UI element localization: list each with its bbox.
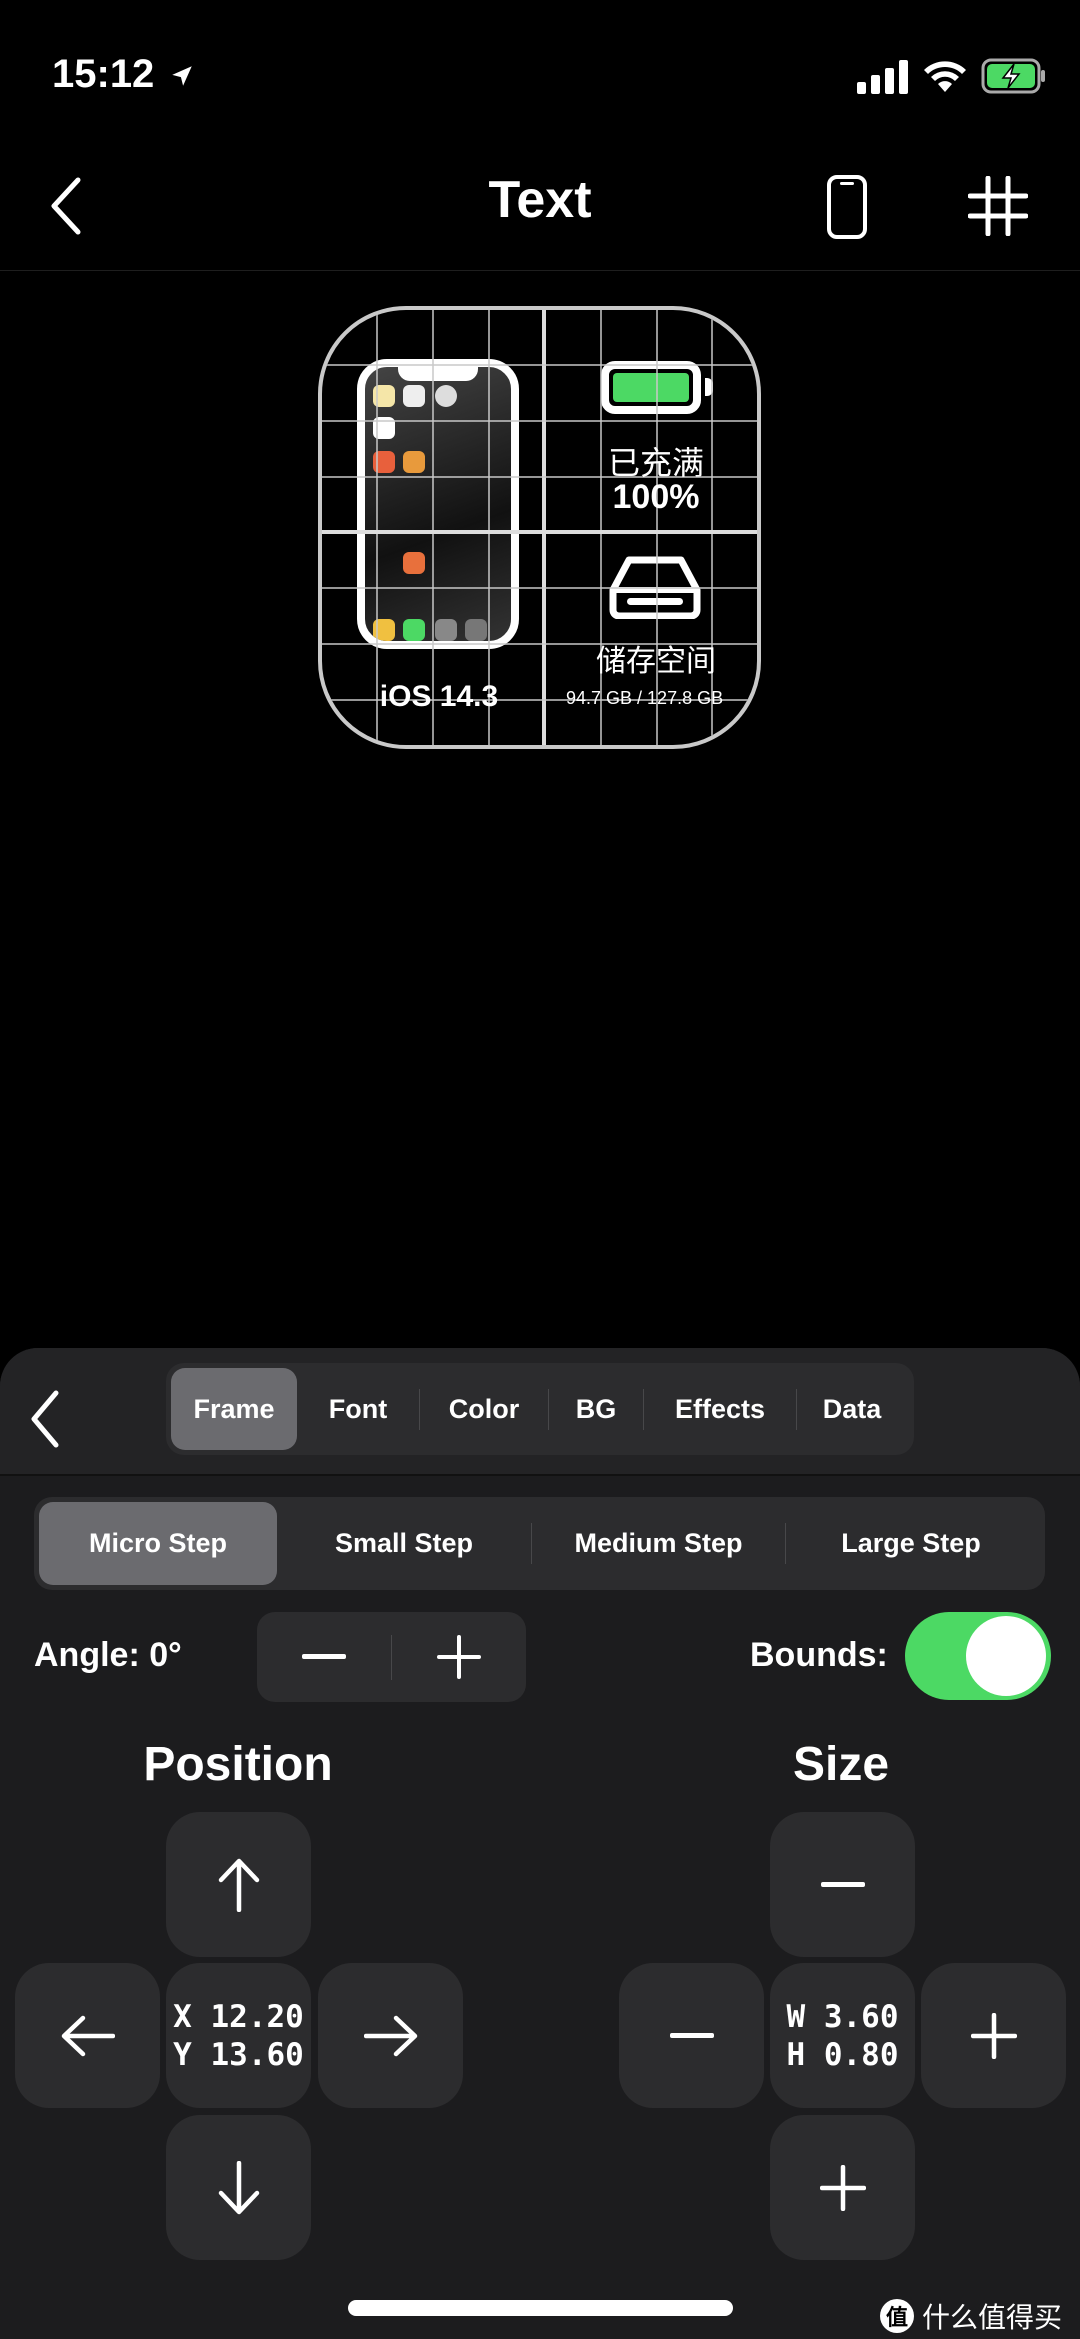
battery-percent: 100% (612, 478, 700, 516)
width-increase-button[interactable] (921, 1963, 1066, 2108)
grid-icon[interactable] (968, 176, 1028, 236)
phone-notch (398, 367, 478, 381)
bounds-toggle[interactable] (905, 1612, 1051, 1700)
watermark: 值什么值得买 (879, 2296, 1062, 2336)
signal-icon (857, 60, 908, 94)
tab-effects[interactable]: Effects (644, 1368, 796, 1450)
arrow-down-icon (218, 2160, 259, 2214)
storage-label: 储存空间 (596, 645, 716, 678)
size-heading: Size (792, 1738, 890, 1791)
move-left-button[interactable] (15, 1963, 160, 2108)
angle-stepper (257, 1612, 526, 1702)
plus-icon (819, 2164, 866, 2211)
step-micro[interactable]: Micro Step (39, 1502, 277, 1585)
battery-icon (601, 361, 701, 414)
angle-label: Angle: 0° (34, 1636, 182, 1674)
position-readout: X 12.20 Y 13.60 (166, 1963, 311, 2108)
angle-decrease-button[interactable] (257, 1612, 391, 1702)
wifi-icon (924, 61, 966, 92)
minus-icon (302, 1654, 346, 1659)
nav-divider (0, 270, 1080, 271)
height-decrease-button[interactable] (770, 1812, 915, 1957)
tab-bg[interactable]: BG (549, 1368, 643, 1450)
move-down-button[interactable] (166, 2115, 311, 2260)
plus-icon (970, 2012, 1017, 2059)
home-indicator[interactable] (348, 2300, 733, 2316)
angle-increase-button[interactable] (392, 1612, 526, 1702)
os-version: iOS 14.3 (379, 680, 499, 713)
phone-screenshot (357, 359, 519, 649)
arrow-up-icon (218, 1858, 259, 1912)
tab-frame[interactable]: Frame (171, 1368, 297, 1450)
watermark-text: 什么值得买 (921, 2302, 1062, 2333)
tab-data[interactable]: Data (797, 1368, 907, 1450)
tab-font[interactable]: Font (297, 1368, 419, 1450)
plus-icon (437, 1635, 481, 1679)
width-decrease-button[interactable] (619, 1963, 764, 2108)
height-increase-button[interactable] (770, 2115, 915, 2260)
step-small[interactable]: Small Step (277, 1502, 531, 1585)
bounds-label: Bounds: (750, 1636, 888, 1674)
location-arrow-icon (172, 66, 193, 87)
step-medium[interactable]: Medium Step (532, 1502, 785, 1585)
h-value: H 0.80 (786, 2036, 899, 2073)
tab-bar: Frame Font Color BG Effects Data (166, 1363, 914, 1455)
step-selector: Micro Step Small Step Medium Step Large … (34, 1497, 1045, 1590)
arrow-right-icon (363, 2015, 417, 2056)
size-readout: W 3.60 H 0.80 (770, 1963, 915, 2108)
position-heading: Position (143, 1738, 333, 1791)
step-large[interactable]: Large Step (786, 1502, 1036, 1585)
battery-charging-icon (981, 58, 1045, 94)
watermark-logo: 值 (879, 2299, 914, 2333)
move-right-button[interactable] (318, 1963, 463, 2108)
storage-value: 94.7 GB / 127.8 GB (566, 688, 724, 708)
w-value: W 3.60 (786, 1998, 899, 2035)
edit-panel: Frame Font Color BG Effects Data Micro S… (0, 1348, 1080, 2339)
x-value: X 12.20 (173, 1998, 304, 2035)
y-value: Y 13.60 (173, 2036, 304, 2073)
page-title: Text (488, 171, 592, 229)
panel-back-button[interactable] (24, 1388, 64, 1450)
phone-icon[interactable] (826, 174, 868, 240)
minus-icon (820, 1881, 865, 1887)
widget-preview[interactable]: 已充满 100% 储存空间 94.7 GB / 127.8 GB iOS 14.… (318, 306, 761, 749)
tab-color[interactable]: Color (420, 1368, 548, 1450)
status-time: 15:12 (52, 52, 195, 97)
arrow-left-icon (61, 2015, 115, 2056)
move-up-button[interactable] (166, 1812, 311, 1957)
minus-icon (669, 2032, 714, 2038)
